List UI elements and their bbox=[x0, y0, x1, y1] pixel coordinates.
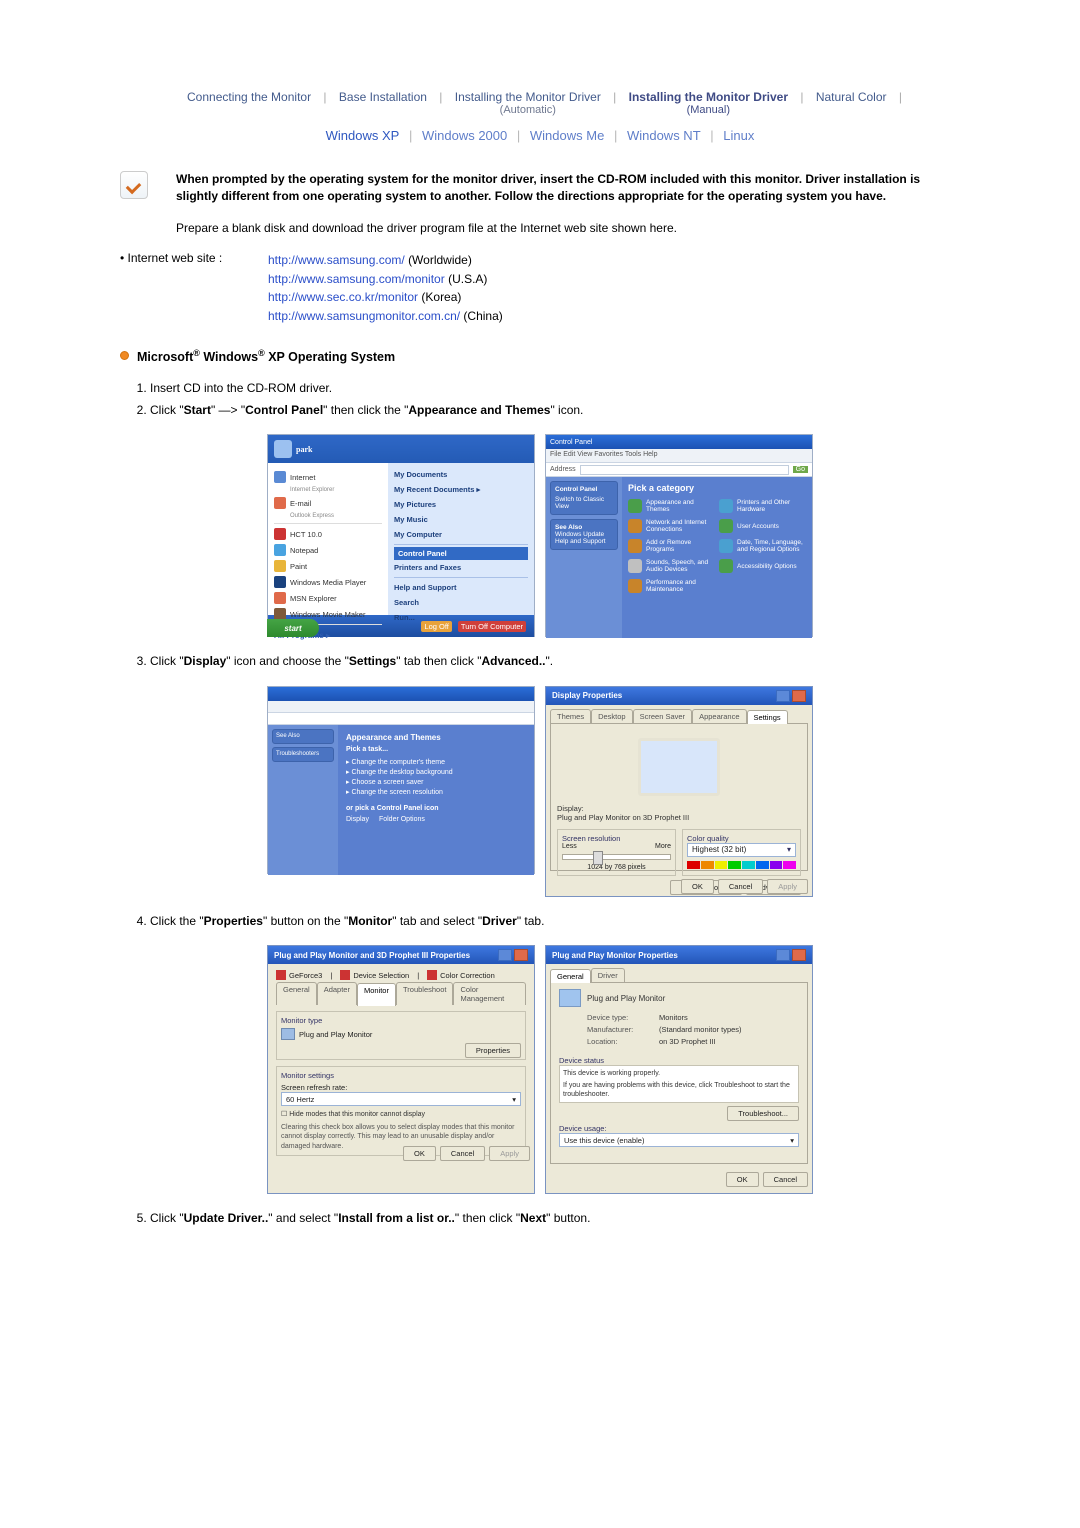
tab-natural-color[interactable]: Natural Color bbox=[813, 90, 890, 104]
help-icon[interactable] bbox=[776, 690, 790, 702]
screenshot-driver-general: Plug and Play Monitor Properties General… bbox=[545, 945, 813, 1194]
check-icon bbox=[120, 171, 148, 199]
tab-base-install[interactable]: Base Installation bbox=[336, 90, 430, 104]
tab-install-auto[interactable]: Installing the Monitor Driver bbox=[452, 90, 604, 104]
logoff-button[interactable]: Log Off bbox=[421, 621, 451, 632]
site-link-worldwide[interactable]: http://www.samsung.com/ bbox=[268, 253, 405, 267]
dlg3a-title: Plug and Play Monitor and 3D Prophet III… bbox=[274, 951, 470, 960]
cancel-button[interactable]: Cancel bbox=[718, 879, 763, 894]
tab-install-auto-sub: (Automatic) bbox=[452, 104, 604, 116]
intro-bold: When prompted by the operating system fo… bbox=[176, 171, 960, 206]
intro-para: Prepare a blank disk and download the dr… bbox=[176, 220, 960, 237]
refresh-rate-select[interactable]: 60 Hertz▾ bbox=[281, 1092, 521, 1106]
start-button[interactable]: start bbox=[267, 619, 319, 637]
os-linux[interactable]: Linux bbox=[719, 128, 758, 143]
resolution-slider[interactable] bbox=[562, 854, 671, 860]
step-2: Click "Start" —> "Control Panel" then cl… bbox=[150, 400, 960, 420]
apply-button[interactable]: Apply bbox=[767, 879, 808, 894]
ok-button[interactable]: OK bbox=[681, 879, 714, 894]
site-region-3: (China) bbox=[463, 309, 502, 323]
steps-list-5: Click "Update Driver.." and select "Inst… bbox=[150, 1208, 960, 1228]
section-title-3: XP Operating System bbox=[265, 350, 395, 364]
tab-desktop[interactable]: Desktop bbox=[591, 709, 633, 723]
site-link-usa[interactable]: http://www.samsung.com/monitor bbox=[268, 272, 445, 286]
tab-screensaver[interactable]: Screen Saver bbox=[633, 709, 692, 723]
screenshot-display-properties: Display Properties Themes Desktop Screen… bbox=[545, 686, 813, 897]
tab-adapter[interactable]: Adapter bbox=[317, 982, 357, 1005]
section-title-2: Windows bbox=[200, 350, 258, 364]
tab-driver[interactable]: Driver bbox=[591, 968, 625, 982]
site-region-1: (U.S.A) bbox=[448, 272, 487, 286]
tab-colormgmt[interactable]: Color Management bbox=[453, 982, 526, 1005]
tab-install-manual-sub: (Manual) bbox=[626, 104, 791, 116]
troubleshoot-button[interactable]: Troubleshoot... bbox=[727, 1106, 799, 1121]
device-usage-select[interactable]: Use this device (enable)▾ bbox=[559, 1133, 799, 1147]
turnoff-button[interactable]: Turn Off Computer bbox=[458, 621, 526, 632]
sites-label: Internet web site : bbox=[120, 251, 250, 325]
tab-general[interactable]: General bbox=[550, 969, 591, 983]
apply-button[interactable]: Apply bbox=[489, 1146, 530, 1161]
start-user: park bbox=[296, 445, 312, 454]
tab-themes[interactable]: Themes bbox=[550, 709, 591, 723]
help-icon[interactable] bbox=[498, 949, 512, 961]
cat-appearance[interactable]: Appearance and Themes bbox=[628, 499, 715, 513]
ok-button[interactable]: OK bbox=[726, 1172, 759, 1187]
help-icon[interactable] bbox=[776, 949, 790, 961]
os-winme[interactable]: Windows Me bbox=[526, 128, 608, 143]
steps-list-4: Click the "Properties" button on the "Mo… bbox=[150, 911, 960, 931]
close-icon[interactable] bbox=[792, 949, 806, 961]
close-icon[interactable] bbox=[792, 690, 806, 702]
step-5: Click "Update Driver.." and select "Inst… bbox=[150, 1208, 960, 1228]
section-heading: Microsoft® Windows® XP Operating System bbox=[120, 348, 960, 364]
screenshot-monitor-properties: Plug and Play Monitor and 3D Prophet III… bbox=[267, 945, 535, 1194]
screenshot-control-panel: Control Panel File Edit View Favorites T… bbox=[545, 434, 813, 637]
screenshot-appearance-themes: See Also Troubleshooters Appearance and … bbox=[267, 686, 535, 874]
tab-troubleshoot[interactable]: Troubleshoot bbox=[396, 982, 454, 1005]
step-3: Click "Display" icon and choose the "Set… bbox=[150, 651, 960, 671]
site-region-0: (Worldwide) bbox=[408, 253, 472, 267]
properties-button[interactable]: Properties bbox=[465, 1043, 521, 1058]
site-link-korea[interactable]: http://www.sec.co.kr/monitor bbox=[268, 290, 418, 304]
os-winxp[interactable]: Windows XP bbox=[322, 128, 404, 143]
step-1: Insert CD into the CD-ROM driver. bbox=[150, 378, 960, 398]
tab-connecting[interactable]: Connecting the Monitor bbox=[184, 90, 314, 104]
top-tab-nav: Connecting the Monitor | Base Installati… bbox=[120, 90, 960, 116]
color-quality-select[interactable]: Highest (32 bit)▾ bbox=[687, 843, 796, 857]
sites-list: http://www.samsung.com/ (Worldwide) http… bbox=[268, 251, 960, 325]
site-region-2: (Korea) bbox=[421, 290, 461, 304]
os-win2000[interactable]: Windows 2000 bbox=[418, 128, 511, 143]
step-4: Click the "Properties" button on the "Mo… bbox=[150, 911, 960, 931]
start-control-panel[interactable]: Control Panel bbox=[394, 547, 528, 560]
dlg3b-title: Plug and Play Monitor Properties bbox=[552, 951, 678, 960]
display-icon[interactable]: Display bbox=[346, 816, 369, 823]
tab-settings[interactable]: Settings bbox=[747, 710, 788, 724]
os-subnav: Windows XP | Windows 2000 | Windows Me |… bbox=[120, 128, 960, 143]
screenshot-start-menu: park Internet Internet Explorer E-mail O… bbox=[267, 434, 535, 637]
ok-button[interactable]: OK bbox=[403, 1146, 436, 1161]
tab-monitor[interactable]: Monitor bbox=[357, 983, 396, 1006]
tab-general[interactable]: General bbox=[276, 982, 317, 1005]
cancel-button[interactable]: Cancel bbox=[440, 1146, 485, 1161]
close-icon[interactable] bbox=[514, 949, 528, 961]
steps-list-1: Insert CD into the CD-ROM driver. Click … bbox=[150, 378, 960, 421]
cancel-button[interactable]: Cancel bbox=[763, 1172, 808, 1187]
os-winnt[interactable]: Windows NT bbox=[623, 128, 705, 143]
dlg-title: Display Properties bbox=[552, 691, 622, 700]
tab-appearance[interactable]: Appearance bbox=[692, 709, 746, 723]
steps-list-3: Click "Display" icon and choose the "Set… bbox=[150, 651, 960, 671]
tab-install-manual[interactable]: Installing the Monitor Driver bbox=[626, 90, 791, 104]
site-link-china[interactable]: http://www.samsungmonitor.com.cn/ bbox=[268, 309, 460, 323]
section-title-1: Microsoft bbox=[137, 350, 193, 364]
bullet-icon bbox=[120, 351, 129, 360]
